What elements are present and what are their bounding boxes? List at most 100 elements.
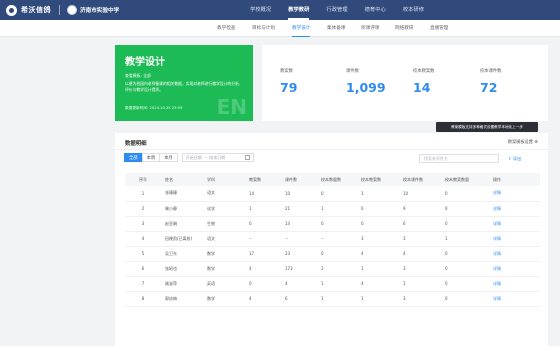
col-courseware[interactable]: 课件数 bbox=[281, 173, 317, 186]
date-separator: ~ bbox=[203, 155, 208, 160]
table-cell: 吴卫东 bbox=[161, 246, 203, 262]
table-cell: 赵亚娟 bbox=[161, 216, 203, 232]
table-cell: 1 bbox=[317, 291, 357, 307]
panel-title: 数据明细 bbox=[125, 141, 147, 147]
row-index: 4 bbox=[125, 231, 161, 247]
row-index: 8 bbox=[125, 291, 161, 307]
row-index: 7 bbox=[125, 276, 161, 292]
table-row: 6 张昭也 数学 4 173 2 1 3 0 详情 bbox=[125, 261, 540, 277]
col-school-plans[interactable]: 校本教案数 bbox=[357, 173, 399, 186]
date-start: 开始日期 bbox=[185, 154, 202, 160]
table-cell: 23 bbox=[281, 246, 317, 262]
date-end: 结束日期 bbox=[209, 154, 226, 160]
col-plans[interactable]: 教案数 bbox=[245, 173, 281, 186]
table-cell: 语文 bbox=[203, 186, 245, 202]
table-cell: -- bbox=[281, 231, 317, 247]
tab-network[interactable]: 网络教研 bbox=[395, 20, 413, 37]
table-cell: 173 bbox=[281, 261, 317, 277]
filter-week[interactable]: 本周 bbox=[141, 153, 161, 162]
nav-item-overview[interactable]: 学校概况 bbox=[250, 0, 271, 20]
template-tooltip: 教案模板支持多种格式设置教学本地化上一步 bbox=[436, 122, 538, 132]
brand[interactable]: 希沃信鸽 bbox=[6, 4, 51, 16]
table-cell: 1 bbox=[399, 276, 441, 292]
tab-evaluation[interactable]: 听课评课 bbox=[361, 20, 379, 37]
top-bar: 希沃信鸽 济南市实验中学 学校概况 教学教研 行政管理 德育中心 校本研修 bbox=[0, 0, 560, 20]
table-cell: 郭庆梅 bbox=[161, 291, 203, 307]
table-cell: 生物 bbox=[203, 216, 245, 232]
tab-inspection[interactable]: 教学检查 bbox=[217, 20, 235, 37]
filter-month[interactable]: 本月 bbox=[159, 153, 178, 162]
export-label: 导出 bbox=[512, 156, 522, 161]
table-row: 3 赵亚娟 生物 0 14 0 0 6 0 详情 bbox=[125, 216, 540, 232]
template-settings-button[interactable]: 教案模板设置 ⚙ bbox=[508, 139, 538, 145]
tab-design[interactable]: 教学设计 bbox=[292, 20, 311, 37]
detail-link[interactable]: 详情 bbox=[489, 246, 540, 262]
detail-link[interactable]: 详情 bbox=[489, 231, 540, 247]
table-cell: 3 bbox=[399, 291, 441, 307]
tab-live[interactable]: 直播管理 bbox=[430, 20, 448, 37]
table-cell: 4 bbox=[357, 246, 399, 262]
nav-item-moral[interactable]: 德育中心 bbox=[365, 0, 386, 20]
table-cell: 2 bbox=[317, 261, 357, 277]
nav-item-admin[interactable]: 行政管理 bbox=[326, 0, 347, 20]
school-logo-icon bbox=[67, 5, 77, 15]
table-cell: 9 bbox=[399, 201, 441, 217]
tab-group-prep[interactable]: 集体备课 bbox=[327, 20, 345, 37]
stat-value: 14 bbox=[413, 80, 431, 95]
brand-name: 希沃信鸽 bbox=[21, 6, 51, 14]
table-row: 2 喻小静 化学 1 21 1 0 9 0 详情 bbox=[125, 201, 540, 217]
tab-plan[interactable]: 目标与计划 bbox=[252, 20, 275, 37]
filter-all[interactable]: 全部 bbox=[124, 153, 143, 162]
hero-watermark: EN bbox=[216, 95, 247, 119]
detail-link[interactable]: 详情 bbox=[489, 291, 540, 307]
col-name: 姓名 bbox=[161, 173, 203, 186]
table-cell: 3 bbox=[357, 231, 399, 247]
update-time: 数据更新时间: 2024.10.25 23:59 bbox=[125, 106, 183, 110]
row-index: 3 bbox=[125, 216, 161, 232]
table-row: 8 郭庆梅 数学 4 6 1 1 3 0 详情 bbox=[125, 291, 540, 307]
table-cell: 田晓凯(已离校) bbox=[161, 231, 203, 247]
export-icon: ⇪ bbox=[508, 156, 512, 161]
table-cell: 0 bbox=[441, 291, 489, 307]
sub-nav: 教学检查 目标与计划 教学设计 集体备课 听课评课 网络教研 直播管理 bbox=[0, 20, 560, 37]
row-index: 6 bbox=[125, 261, 161, 277]
nav-item-teaching[interactable]: 教学教研 bbox=[288, 0, 310, 20]
stat-label: 教案数 bbox=[280, 69, 293, 74]
row-index: 1 bbox=[125, 186, 161, 202]
table-cell: 1 bbox=[357, 186, 399, 202]
table-body: 1 张珊珊 语文 14 10 0 1 10 0 详情 2 喻小静 化学 1 21 1 0 9 0 详情 3 赵亚娟 生物 0 1… bbox=[125, 186, 540, 307]
nav-item-training[interactable]: 校本研修 bbox=[403, 0, 424, 20]
table-cell: 0 bbox=[357, 201, 399, 217]
main-nav: 学校概况 教学教研 行政管理 德育中心 校本研修 bbox=[250, 0, 441, 20]
stat-label: 校本教案数 bbox=[413, 69, 435, 74]
export-button[interactable]: ⇪ 导出 bbox=[508, 154, 521, 163]
table-cell: 17 bbox=[245, 246, 281, 262]
stat-label: 校本课件数 bbox=[480, 69, 502, 74]
table-cell: 0 bbox=[245, 276, 281, 292]
table-cell: 0 bbox=[317, 186, 357, 202]
col-school-courseware[interactable]: 校本课件数 bbox=[399, 173, 441, 186]
detail-link[interactable]: 详情 bbox=[489, 261, 540, 277]
stats-card: 教案数 79 课件数 1,099 校本教案数 14 校本课件数 72 bbox=[262, 45, 548, 121]
detail-link[interactable]: 详情 bbox=[489, 186, 540, 202]
search-input[interactable]: 搜索老师姓名 bbox=[419, 154, 499, 163]
table-cell: 姚淑萍 bbox=[161, 276, 203, 292]
stat-value: 72 bbox=[480, 80, 498, 95]
detail-link[interactable]: 详情 bbox=[489, 276, 540, 292]
table-cell: 1 bbox=[245, 201, 281, 217]
date-range-picker[interactable]: 开始日期 ~ 结束日期 bbox=[181, 153, 254, 162]
col-count[interactable]: 校本数量数 bbox=[317, 173, 357, 186]
table-cell: 喻小静 bbox=[161, 201, 203, 217]
detail-link[interactable]: 详情 bbox=[489, 201, 540, 217]
detail-link[interactable]: 详情 bbox=[489, 216, 540, 232]
table-cell: 0 bbox=[317, 246, 357, 262]
col-school-plan-count[interactable]: 校本教案数量 bbox=[441, 173, 489, 186]
table-cell: 14 bbox=[245, 186, 281, 202]
table-cell: 6 bbox=[399, 216, 441, 232]
table-cell: 语文 bbox=[203, 231, 245, 247]
stat-label: 课件数 bbox=[346, 69, 359, 74]
stat-value: 1,099 bbox=[346, 80, 386, 95]
school-name[interactable]: 济南市实验中学 bbox=[80, 6, 119, 14]
table-cell: 张珊珊 bbox=[161, 186, 203, 202]
table-cell: 21 bbox=[281, 201, 317, 217]
